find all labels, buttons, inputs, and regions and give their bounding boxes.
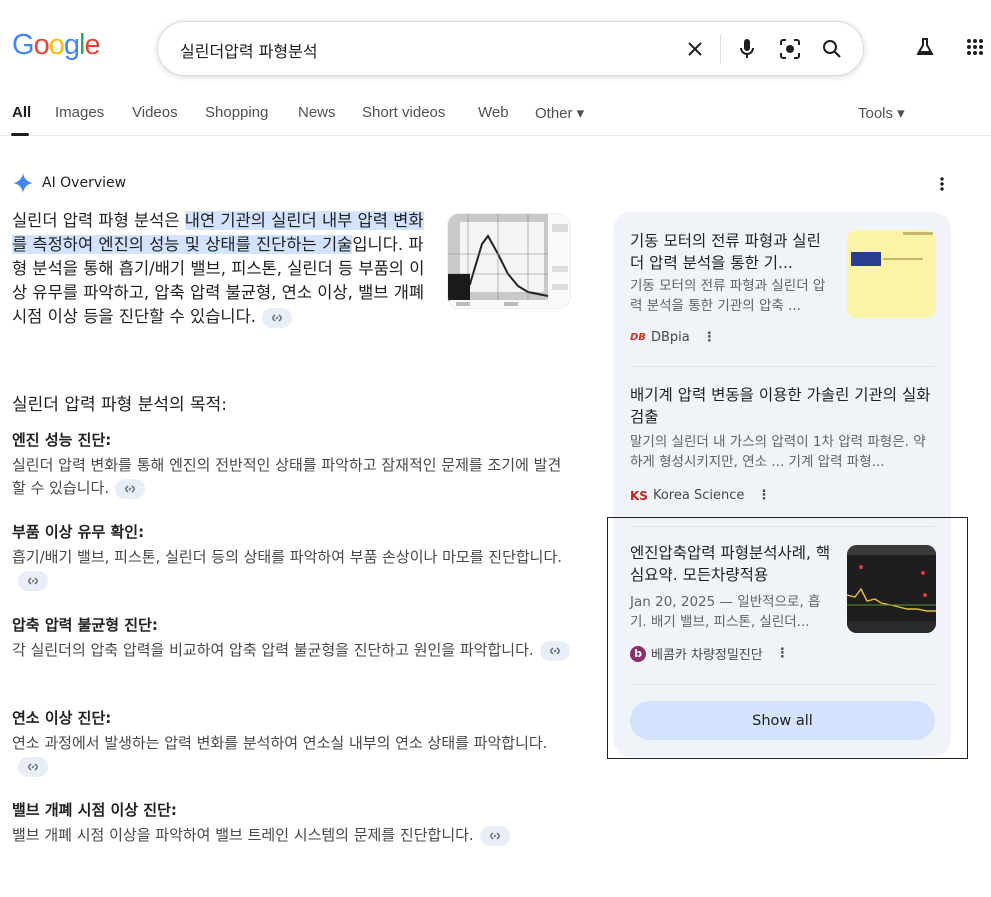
source-title[interactable]: 기동 모터의 전류 파형과 실린더 압력 분석을 통한 기...: [630, 230, 835, 274]
link-icon[interactable]: [262, 307, 292, 328]
more-options-icon[interactable]: ⋮: [757, 488, 770, 503]
divider: [630, 366, 935, 367]
search-header: Google 실린더압력 파형분석: [0, 0, 991, 92]
link-icon[interactable]: [18, 570, 48, 591]
source-site: DB DBpia ⋮: [630, 330, 716, 345]
source-name: DBpia: [650, 330, 690, 345]
waveform-thumbnail[interactable]: [447, 213, 571, 309]
section-body: 실린더 압력 변화를 통해 엔진의 전반적인 상태를 파악하고 잠재적인 문제를…: [12, 456, 562, 499]
search-icon[interactable]: [819, 36, 845, 62]
section-parts-check: 부품 이상 유무 확인: 흡기/배기 밸브, 피스톤, 실린더 등의 상태를 파…: [12, 521, 572, 592]
link-icon[interactable]: [115, 478, 146, 499]
more-options-icon[interactable]: [934, 174, 950, 194]
tab-news[interactable]: News: [298, 104, 336, 121]
gemini-sparkle-icon: [12, 172, 34, 194]
tab-web[interactable]: Web: [478, 104, 509, 121]
source-site: KS Korea Science ⋮: [630, 488, 770, 503]
section-engine-performance: 엔진 성능 진단: 실린더 압력 변화를 통해 엔진의 전반적인 상태를 파악하…: [12, 429, 572, 500]
section-title: 압축 압력 불균형 진단:: [12, 616, 158, 634]
section-valve-timing: 밸브 개폐 시점 이상 진단: 밸브 개폐 시점 이상을 파악하여 밸브 트레인…: [12, 799, 522, 847]
clear-icon[interactable]: [682, 36, 708, 62]
section-title: 연소 이상 진단:: [12, 709, 112, 727]
tab-short-videos[interactable]: Short videos: [362, 104, 445, 121]
ai-overview-label: AI Overview: [42, 175, 127, 191]
intro-paragraph: 실린더 압력 파형 분석은 내연 기관의 실린더 내부 압력 변화를 측정하여 …: [12, 209, 437, 329]
source-title[interactable]: 배기계 압력 변동을 이용한 가솔린 기관의 실화 검출: [630, 384, 935, 428]
tab-images[interactable]: Images: [55, 104, 104, 121]
lens-icon[interactable]: [777, 36, 803, 62]
section-body: 연소 과정에서 발생하는 압력 변화를 분석하여 연소실 내부의 연소 상태를 …: [12, 732, 572, 778]
source-desc: 기동 모터의 전류 파형과 실린더 압력 분석을 통한 기관의 압축 ...: [630, 278, 826, 314]
tab-shopping[interactable]: Shopping: [205, 104, 268, 121]
dbpia-logo-icon: DB: [630, 332, 646, 343]
section-combustion: 연소 이상 진단: 연소 과정에서 발생하는 압력 변화를 분석하여 연소실 내…: [12, 707, 572, 778]
tab-all[interactable]: All: [12, 104, 31, 121]
more-options-icon[interactable]: ⋮: [703, 330, 716, 345]
ai-overview-header: AI Overview: [12, 172, 126, 194]
tab-videos[interactable]: Videos: [132, 104, 178, 121]
source-name: Korea Science: [652, 488, 745, 503]
purpose-heading: 실린더 압력 파형 분석의 목적:: [12, 395, 228, 415]
link-icon[interactable]: [18, 756, 48, 777]
search-box[interactable]: 실린더압력 파형분석: [157, 21, 864, 76]
ai-overview-body: 실린더 압력 파형 분석은 내연 기관의 실린더 내부 압력 변화를 측정하여 …: [12, 209, 574, 329]
intro-text: 실린더 압력 파형 분석은: [12, 211, 185, 230]
section-body: 밸브 개폐 시점 이상을 파악하여 밸브 트레인 시스템의 문제를 진단합니다.: [12, 824, 522, 847]
section-title: 엔진 성능 진단:: [12, 431, 112, 449]
section-body: 각 실린더의 압축 압력을 비교하여 압축 압력 불균형을 진단하고 원인을 파…: [12, 639, 572, 662]
tools-button[interactable]: Tools ▾: [858, 104, 905, 122]
section-compression-imbalance: 압축 압력 불균형 진단: 각 실린더의 압축 압력을 비교하여 압축 압력 불…: [12, 614, 572, 662]
link-icon[interactable]: [539, 640, 570, 661]
microphone-icon[interactable]: [734, 36, 760, 62]
section-body: 흡기/배기 밸브, 피스톤, 실린더 등의 상태를 파악하여 부품 손상이나 마…: [12, 546, 572, 592]
search-input[interactable]: 실린더압력 파형분석: [180, 38, 318, 62]
apps-grid-icon[interactable]: [962, 34, 988, 60]
google-logo[interactable]: Google: [12, 27, 101, 63]
section-title: 밸브 개폐 시점 이상 진단:: [12, 801, 177, 819]
labs-icon[interactable]: [912, 34, 938, 60]
selection-outline: [607, 517, 968, 759]
link-icon[interactable]: [479, 825, 510, 846]
source-thumbnail[interactable]: [847, 230, 936, 318]
source-desc: 말기의 실린더 내 가스의 압력이 1차 압력 파형은. 약하게 형성시키지만,…: [630, 434, 926, 470]
search-divider: [720, 35, 721, 64]
section-title: 부품 이상 유무 확인:: [12, 523, 145, 541]
active-tab-indicator: [11, 133, 29, 136]
korea-science-logo-icon: KS: [630, 488, 648, 503]
search-tabs: All Images Videos Shopping News Short vi…: [0, 100, 991, 136]
tab-other[interactable]: Other ▾: [535, 104, 584, 122]
